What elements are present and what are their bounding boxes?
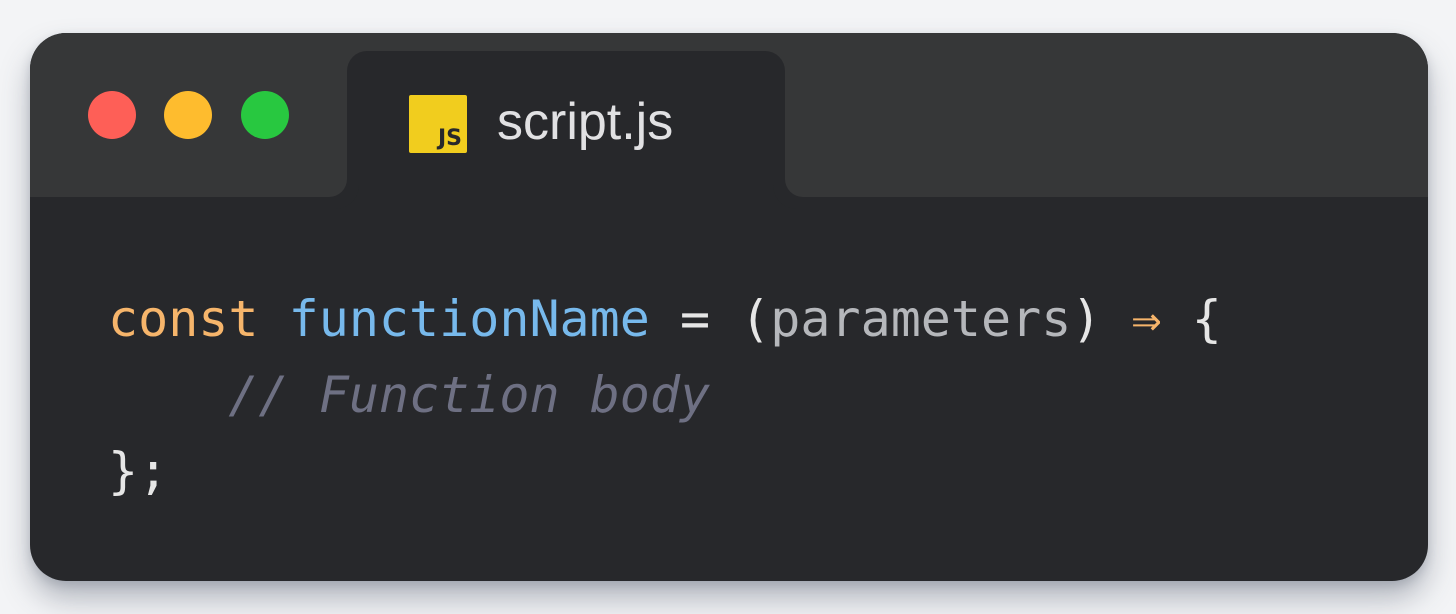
- arrow-operator: ⇒: [1131, 290, 1162, 348]
- code-comment: // Function body: [228, 366, 711, 424]
- keyword-const: const: [108, 290, 259, 348]
- maximize-button[interactable]: [241, 91, 289, 139]
- code-line-2: // Function body: [108, 357, 1222, 433]
- title-bar: JS script.js: [30, 33, 1428, 197]
- code-line-1: const functionName = (parameters) ⇒ {: [108, 281, 1222, 357]
- equals-operator: =: [679, 290, 711, 348]
- closing-brace: };: [108, 442, 169, 500]
- brace-open: {: [1191, 290, 1222, 348]
- paren-close: ): [1071, 290, 1102, 348]
- function-name: functionName: [288, 290, 650, 348]
- paren-open: (: [740, 290, 771, 348]
- tab-script-js[interactable]: JS script.js: [347, 51, 785, 197]
- close-button[interactable]: [88, 91, 136, 139]
- minimize-button[interactable]: [164, 91, 212, 139]
- parameters: parameters: [770, 290, 1072, 348]
- javascript-file-icon: JS: [409, 95, 467, 153]
- code-window: JS script.js const functionName = (param…: [30, 33, 1428, 581]
- code-line-3: };: [108, 433, 1222, 509]
- javascript-icon-label: JS: [437, 126, 462, 151]
- code-editor[interactable]: const functionName = (parameters) ⇒ { //…: [108, 281, 1222, 509]
- tab-title: script.js: [497, 93, 674, 151]
